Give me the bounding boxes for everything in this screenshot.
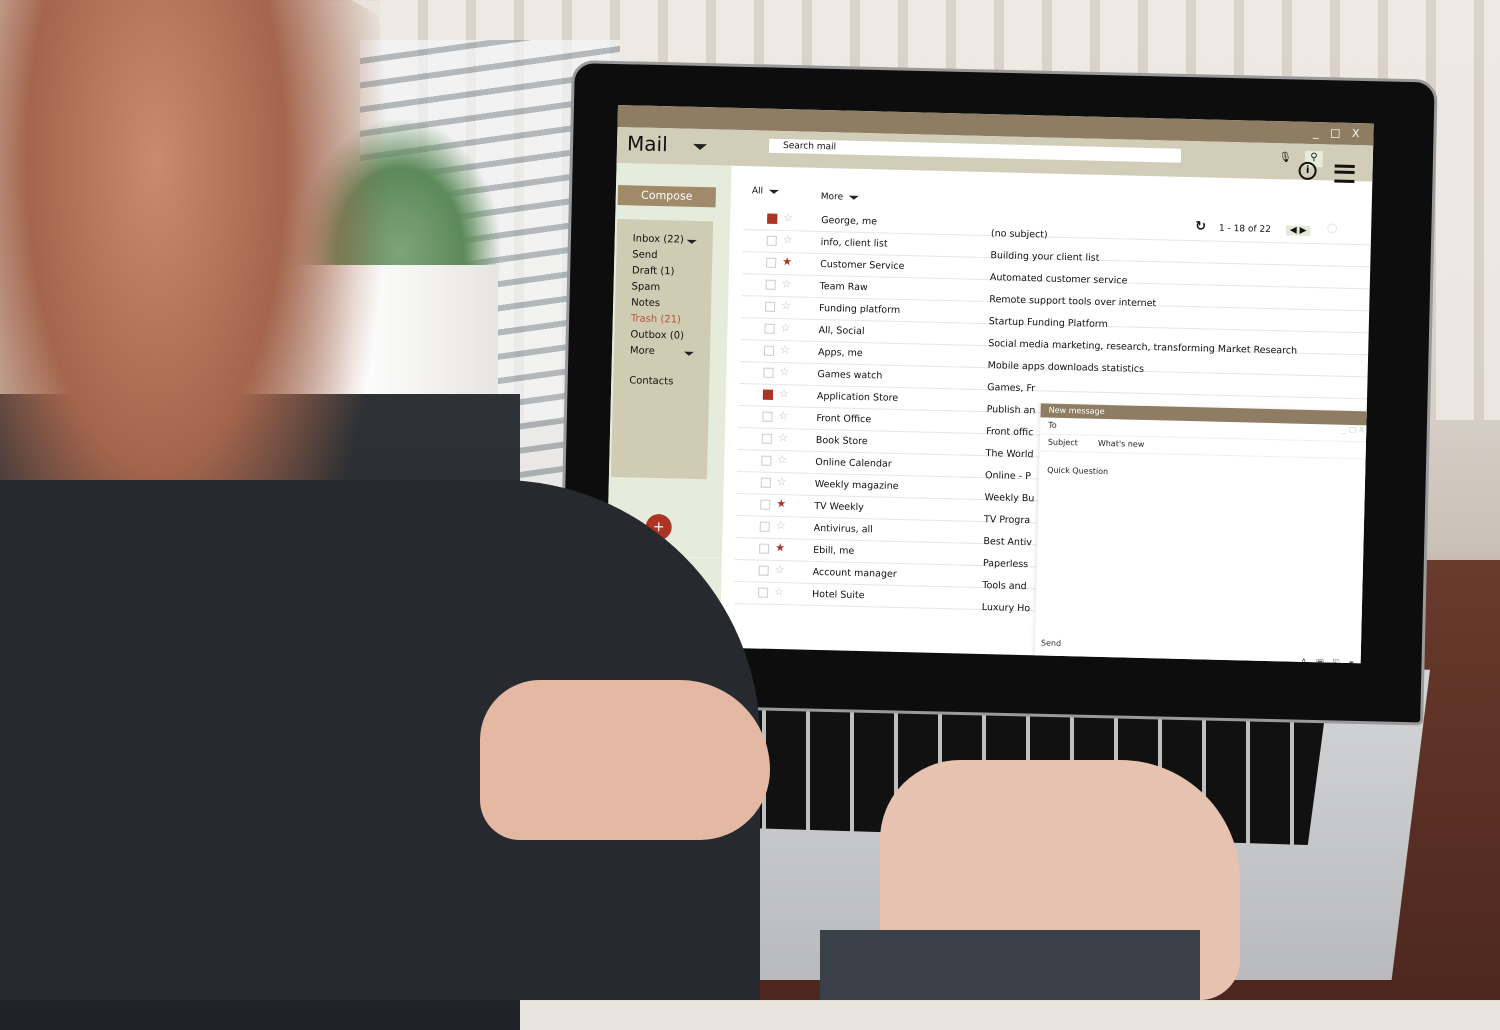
row-checkbox[interactable] (764, 323, 775, 334)
folder-list: Inbox (22) Send Draft (1) Spam Notes Trash (2… (610, 219, 714, 480)
app-menu-caret-icon[interactable] (692, 143, 708, 151)
star-icon[interactable]: ★ (775, 541, 785, 554)
sidebar-item-label: More (629, 345, 655, 357)
chevron-down-icon (769, 189, 780, 194)
row-checkbox[interactable] (763, 367, 774, 378)
star-icon[interactable]: ☆ (779, 387, 789, 400)
sidebar-item-label: Inbox (22) (632, 233, 684, 246)
row-checkbox[interactable] (763, 345, 775, 356)
chevron-down-icon[interactable] (683, 351, 694, 356)
chevron-down-icon[interactable] (686, 239, 697, 244)
more-label: More (820, 191, 844, 203)
row-checkbox[interactable] (759, 543, 770, 554)
sidebar-item-label: Draft (1) (631, 265, 675, 278)
sidebar-item-more[interactable]: More (614, 343, 710, 361)
app-title: Mail (626, 131, 668, 157)
email-sender: Antivirus, all (813, 522, 874, 536)
row-checkbox[interactable] (762, 389, 774, 400)
row-checkbox[interactable] (766, 257, 777, 268)
email-sender: Apps, me (817, 346, 863, 360)
star-icon[interactable]: ☆ (777, 475, 787, 488)
sidebar-item-label: Send (632, 249, 658, 262)
row-checkbox[interactable] (759, 521, 770, 532)
sidebar-item-contacts[interactable]: Contacts (613, 373, 709, 391)
star-icon[interactable]: ★ (776, 497, 786, 510)
email-sender: info, client list (820, 236, 888, 250)
star-icon[interactable]: ☆ (783, 211, 793, 224)
laptop-screen: Mail Search mail 🎙 ⚲ _ □ X i Compose Inbox… (604, 105, 1374, 664)
search-input[interactable]: Search mail 🎙 ⚲ (768, 138, 1324, 168)
window-controls[interactable]: _ □ X (1313, 126, 1364, 140)
filter-label: All (751, 186, 764, 197)
row-checkbox[interactable] (766, 235, 777, 246)
sidebar-item-label: Outbox (0) (630, 329, 685, 342)
email-sender: Account manager (812, 566, 897, 580)
star-icon[interactable]: ☆ (776, 519, 786, 532)
email-sender: Funding platform (818, 302, 901, 316)
row-checkbox[interactable] (767, 213, 778, 224)
email-subject: Luxury Ho (981, 602, 1031, 615)
hamburger-menu-icon[interactable] (1334, 164, 1355, 184)
email-sender: Customer Service (820, 258, 905, 273)
email-sender: Application Store (816, 390, 899, 404)
left-hand (480, 680, 770, 840)
row-checkbox[interactable] (760, 477, 771, 488)
sidebar-item-label: Contacts (629, 375, 674, 388)
star-icon[interactable]: ☆ (779, 365, 789, 378)
star-icon[interactable]: ☆ (781, 299, 791, 312)
row-checkbox[interactable] (758, 587, 769, 598)
compose-button[interactable]: Compose (617, 185, 717, 208)
email-sender: Team Raw (819, 280, 868, 294)
email-sender: Hotel Suite (811, 588, 865, 602)
email-sender: TV Weekly (814, 500, 864, 514)
to-label: To (1048, 420, 1057, 430)
chevron-down-icon (849, 195, 860, 200)
sidebar-item-label: Notes (631, 297, 661, 310)
sidebar-item-label: Trash (21) (630, 313, 682, 326)
send-button[interactable]: Send (1041, 638, 1061, 647)
microphone-icon[interactable]: 🎙 (1279, 151, 1292, 165)
star-icon[interactable]: ★ (782, 255, 792, 268)
email-sender: Ebill, me (813, 544, 855, 557)
row-checkbox[interactable] (760, 499, 771, 510)
row-checkbox[interactable] (761, 433, 773, 444)
email-sender: Weekly magazine (814, 478, 899, 492)
email-sender: Online Calendar (815, 456, 892, 470)
star-icon[interactable]: ☆ (778, 409, 788, 422)
filter-all-dropdown[interactable]: All (751, 186, 780, 197)
row-checkbox[interactable] (765, 279, 776, 290)
email-sender: Front Office (816, 412, 872, 426)
star-icon[interactable]: ☆ (782, 277, 792, 290)
sidebar-item-label: Spam (631, 281, 661, 294)
star-icon[interactable]: ☆ (783, 233, 793, 246)
star-icon[interactable]: ☆ (780, 343, 790, 356)
new-message-title-text: New message (1048, 405, 1105, 416)
subject-value: What's new (1097, 438, 1145, 449)
star-icon[interactable]: ☆ (780, 321, 790, 334)
more-dropdown[interactable]: More (821, 192, 860, 203)
email-sender: Book Store (815, 434, 868, 448)
star-icon[interactable]: ☆ (778, 431, 788, 444)
row-checkbox[interactable] (762, 411, 773, 422)
subject-label: Subject (1047, 437, 1078, 448)
right-sleeve (820, 930, 1200, 1000)
email-sender: Games watch (817, 368, 883, 382)
star-icon[interactable]: ☆ (774, 585, 784, 598)
row-checkbox[interactable] (764, 301, 776, 312)
email-sender: George, me (821, 215, 878, 228)
new-message-window: New message _ □ X To Subject What's new … (1034, 403, 1371, 664)
star-icon[interactable]: ☆ (775, 563, 785, 576)
row-checkbox[interactable] (758, 565, 769, 576)
email-sender: All, Social (818, 324, 865, 338)
row-checkbox[interactable] (761, 455, 772, 466)
star-icon[interactable]: ☆ (777, 453, 787, 466)
